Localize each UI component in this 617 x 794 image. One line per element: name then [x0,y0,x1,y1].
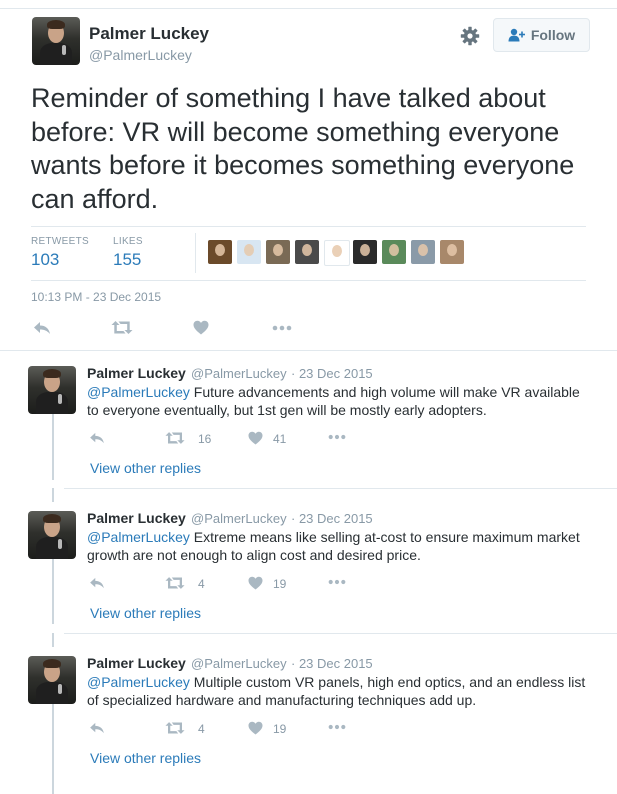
reply-handle[interactable]: @PalmerLuckey [191,366,287,381]
reply-handle[interactable]: @PalmerLuckey [191,656,287,671]
reply-author-name[interactable]: Palmer Luckey [87,655,186,671]
top-divider [0,8,617,9]
thread-line [52,633,54,647]
heart-icon[interactable] [248,721,263,735]
follow-label: Follow [530,27,576,43]
heart-icon[interactable] [193,320,209,335]
thread-line [52,488,54,502]
liker-avatar[interactable] [382,240,406,264]
reply-date[interactable]: · 23 Dec 2015 [291,366,373,381]
stats-divider-bottom [31,280,586,281]
reply-icon[interactable] [89,432,105,444]
liker-avatar[interactable] [266,240,290,264]
reply-date[interactable]: · 23 Dec 2015 [291,656,373,671]
thread-line [52,413,54,480]
reply-mention[interactable]: @PalmerLuckey [87,529,190,545]
reply-icon[interactable] [89,577,105,589]
liker-avatar[interactable] [324,240,350,266]
reply-icon[interactable] [33,321,51,335]
likes-label: LIKES [113,236,143,247]
stats-divider-top [31,226,586,227]
main-tweet-separator [0,350,617,351]
reply-text: @PalmerLuckey Extreme means like selling… [87,528,592,564]
more-icon[interactable] [328,579,346,585]
reply-text: @PalmerLuckey Future advancements and hi… [87,383,592,419]
reply-date[interactable]: · 23 Dec 2015 [291,511,373,526]
retweet-icon[interactable] [165,721,185,735]
retweets-label: RETWEETS [31,236,89,247]
reply-author-name[interactable]: Palmer Luckey [87,365,186,381]
reply-like-count: 41 [273,432,287,446]
reply-mention[interactable]: @PalmerLuckey [87,674,190,690]
retweet-icon[interactable] [165,576,185,590]
view-other-replies-link[interactable]: View other replies [90,605,201,621]
more-icon[interactable] [328,724,346,730]
reply-separator [64,633,617,634]
more-icon[interactable] [272,325,292,331]
reply-retweet-count: 16 [198,432,212,446]
reply-text-line2: growth are not enough to align cost and … [87,547,421,563]
reply-text-line2: of specialized hardware and manufacturin… [87,692,477,708]
reply-retweet-count: 4 [198,722,205,736]
thread-line [52,703,54,794]
retweet-icon[interactable] [111,320,133,335]
reply-retweet-count: 4 [198,577,205,591]
reply-like-count: 19 [273,577,287,591]
reply-text-line2: to everyone eventually, but 1st gen will… [87,402,487,418]
liker-avatar[interactable] [440,240,464,264]
reply-text-line1: Future advancements and high volume will… [189,384,580,400]
thread-line [52,558,54,624]
view-other-replies-link[interactable]: View other replies [90,460,201,476]
follow-user-icon [508,28,525,42]
reply-handle[interactable]: @PalmerLuckey [191,511,287,526]
author-avatar[interactable] [32,17,80,65]
reply-mention[interactable]: @PalmerLuckey [87,384,190,400]
reply-text: @PalmerLuckey Multiple custom VR panels,… [87,673,592,709]
gear-icon[interactable] [460,26,480,46]
more-icon[interactable] [328,434,346,440]
retweet-icon[interactable] [165,431,185,445]
reply-text-line1: Extreme means like selling at-cost to en… [189,529,580,545]
author-handle[interactable]: @PalmerLuckey [89,47,192,63]
liker-avatar[interactable] [295,240,319,264]
reply-icon[interactable] [89,722,105,734]
reply-avatar[interactable] [28,366,76,414]
reply-like-count: 19 [273,722,287,736]
reply-separator [64,488,617,489]
follow-button[interactable]: Follow [493,18,590,52]
liker-avatar[interactable] [411,240,435,264]
heart-icon[interactable] [248,431,263,445]
liker-avatar[interactable] [237,240,261,264]
author-name[interactable]: Palmer Luckey [89,24,209,44]
retweets-count[interactable]: 103 [31,250,59,270]
reply-author-name[interactable]: Palmer Luckey [87,510,186,526]
liker-avatar[interactable] [353,240,377,264]
reply-avatar[interactable] [28,656,76,704]
stats-vertical-divider [195,233,196,273]
view-other-replies-link[interactable]: View other replies [90,750,201,766]
reply-text-line1: Multiple custom VR panels, high end opti… [189,674,586,690]
heart-icon[interactable] [248,576,263,590]
reply-avatar[interactable] [28,511,76,559]
likes-count[interactable]: 155 [113,250,141,270]
tweet-text: Reminder of something I have talked abou… [31,83,575,214]
liker-avatar[interactable] [208,240,232,264]
tweet-timestamp[interactable]: 10:13 PM - 23 Dec 2015 [31,290,161,304]
